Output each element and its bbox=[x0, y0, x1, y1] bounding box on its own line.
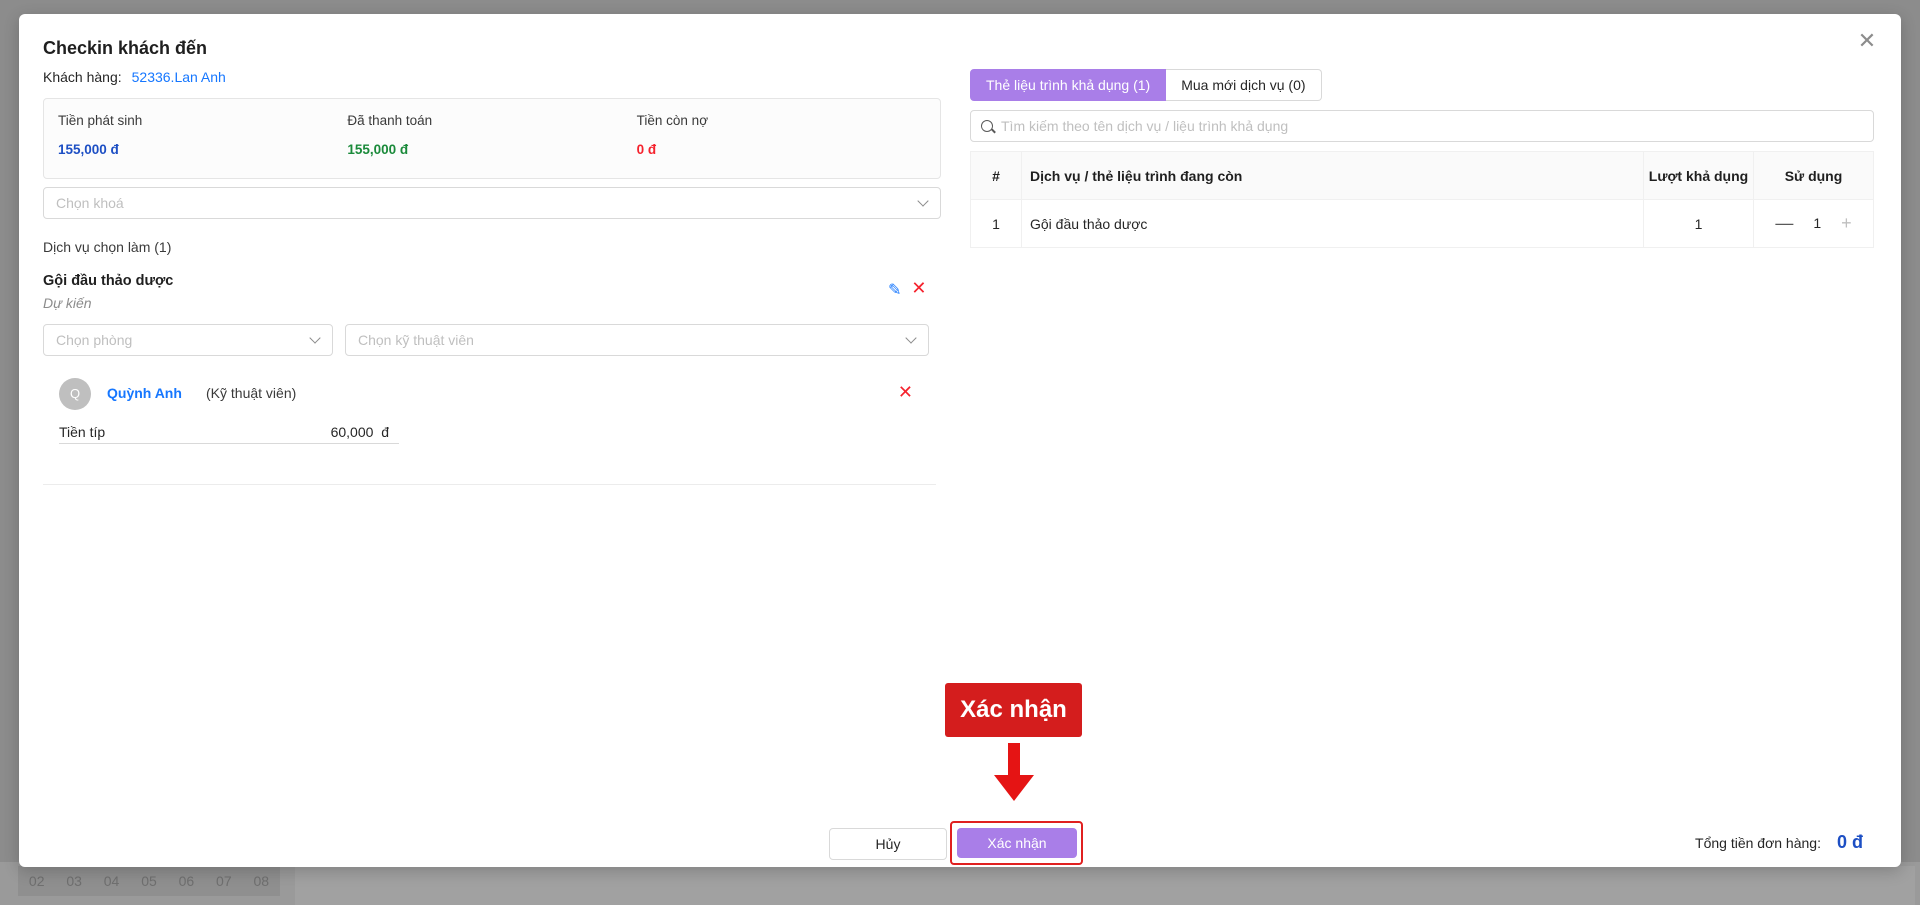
chevron-down-icon bbox=[308, 333, 322, 347]
summary-label: Tiền phát sinh bbox=[58, 113, 143, 128]
service-table: # Dịch vụ / thẻ liệu trình đang còn Lượt… bbox=[970, 151, 1874, 248]
summary-value: 155,000 đ bbox=[347, 142, 409, 157]
confirm-highlight-box: Xác nhận bbox=[950, 821, 1083, 865]
row-service-name: Gội đầu thảo dược bbox=[1021, 199, 1644, 248]
room-placeholder: Chọn phòng bbox=[56, 332, 133, 348]
total-label: Tổng tiền đơn hàng: bbox=[1695, 834, 1821, 851]
delete-icon[interactable]: ✕ bbox=[911, 279, 926, 300]
col-index: # bbox=[970, 151, 1022, 200]
avatar: Q bbox=[59, 378, 91, 410]
modal-title: Checkin khách đến bbox=[43, 38, 208, 58]
background-calendar-days: 02 03 04 05 06 07 08 bbox=[18, 866, 280, 896]
confirm-button[interactable]: Xác nhận bbox=[957, 828, 1077, 858]
order-total: Tổng tiền đơn hàng: 0 đ bbox=[1695, 832, 1863, 853]
chevron-down-icon bbox=[904, 333, 918, 347]
table-header-row: # Dịch vụ / thẻ liệu trình đang còn Lượt… bbox=[970, 151, 1874, 200]
technician-select[interactable]: Chọn kỹ thuật viên bbox=[345, 324, 929, 356]
payment-summary: Tiền phát sinh 155,000 đ Đã thanh toán 1… bbox=[43, 98, 941, 179]
service-status: Dự kiến bbox=[43, 295, 92, 311]
quantity-stepper: — 1 + bbox=[1775, 214, 1852, 232]
tip-label: Tiền típ bbox=[59, 423, 106, 440]
background-day: 07 bbox=[216, 873, 232, 889]
tip-row[interactable]: Tiền típ 60,000 đ bbox=[59, 420, 399, 444]
annotation-arrow-icon bbox=[994, 743, 1034, 801]
remove-technician-icon[interactable]: ✕ bbox=[898, 382, 913, 403]
customer-label: Khách hàng: bbox=[43, 69, 122, 85]
background-day: 03 bbox=[66, 873, 82, 889]
row-available: 1 bbox=[1643, 199, 1754, 248]
background-day: 08 bbox=[253, 873, 270, 889]
customer-row: Khách hàng: 52336.Lan Anh bbox=[43, 69, 941, 85]
summary-label: Tiền còn nợ bbox=[636, 113, 709, 128]
close-icon[interactable]: ✕ bbox=[1855, 30, 1879, 54]
cancel-button[interactable]: Hủy bbox=[829, 828, 947, 860]
plus-icon[interactable]: + bbox=[1841, 214, 1852, 232]
total-value: 0 đ bbox=[1836, 832, 1863, 852]
search-icon bbox=[981, 120, 993, 132]
summary-paid: Đã thanh toán 155,000 đ bbox=[347, 113, 636, 164]
technician-card: Q Quỳnh Anh (Kỹ thuật viên) ✕ Tiền típ 6… bbox=[43, 376, 941, 456]
modal-footer: Hủy Xác nhận Tổng tiền đơn hàng: 0 đ bbox=[19, 821, 1901, 866]
tip-currency: đ bbox=[381, 423, 389, 440]
chevron-down-icon bbox=[916, 196, 930, 210]
tip-amount: 60,000 bbox=[330, 423, 374, 440]
background-day: 06 bbox=[178, 873, 195, 889]
col-use: Sử dụng bbox=[1753, 151, 1874, 200]
search-bar bbox=[970, 110, 1874, 142]
summary-value: 155,000 đ bbox=[58, 142, 119, 157]
divider bbox=[43, 484, 936, 485]
tabs: Thẻ liệu trình khả dụng (1) Mua mới dịch… bbox=[970, 69, 1874, 101]
right-panel: Thẻ liệu trình khả dụng (1) Mua mới dịch… bbox=[970, 69, 1874, 248]
khoa-placeholder: Chọn khoá bbox=[56, 195, 124, 211]
edit-icon[interactable]: ✎ bbox=[888, 280, 901, 300]
col-service: Dịch vụ / thẻ liệu trình đang còn bbox=[1021, 151, 1644, 200]
service-header: Dịch vụ chọn làm (1) bbox=[43, 239, 172, 255]
search-input[interactable] bbox=[1001, 118, 1861, 134]
service-actions: ✎ ✕ bbox=[888, 279, 927, 300]
service-selects: Chọn phòng Chọn kỹ thuật viên bbox=[43, 324, 941, 356]
quantity-value[interactable]: 1 bbox=[1813, 215, 1821, 231]
background-panel bbox=[295, 866, 1915, 905]
checkin-modal: ✕ Checkin khách đến Khách hàng: 52336.Lan… bbox=[19, 14, 1901, 867]
row-use: — 1 + bbox=[1753, 199, 1874, 248]
technician-placeholder: Chọn kỹ thuật viên bbox=[358, 332, 474, 348]
summary-label: Đã thanh toán bbox=[347, 113, 433, 128]
annotation-callout: Xác nhận bbox=[945, 683, 1082, 737]
khoa-select[interactable]: Chọn khoá bbox=[43, 187, 941, 219]
left-panel: Khách hàng: 52336.Lan Anh Tiền phát sinh … bbox=[43, 69, 941, 485]
table-row: 1 Gội đầu thảo dược 1 — 1 + bbox=[970, 199, 1874, 248]
background-day: 04 bbox=[103, 873, 120, 889]
technician-role: (Kỹ thuật viên) bbox=[206, 385, 297, 401]
row-index: 1 bbox=[970, 199, 1022, 248]
summary-debt: Tiền còn nợ 0 đ bbox=[637, 113, 926, 164]
summary-generated: Tiền phát sinh 155,000 đ bbox=[58, 113, 347, 164]
room-select[interactable]: Chọn phòng bbox=[43, 324, 333, 356]
tip-amount-field[interactable]: 60,000 đ bbox=[331, 424, 389, 440]
customer-link[interactable]: 52336.Lan Anh bbox=[132, 69, 226, 85]
tab-available-cards[interactable]: Thẻ liệu trình khả dụng (1) bbox=[970, 69, 1167, 101]
summary-value: 0 đ bbox=[636, 142, 657, 157]
technician-name[interactable]: Quỳnh Anh bbox=[107, 385, 182, 401]
background-day: 02 bbox=[28, 873, 45, 889]
background-day: 05 bbox=[141, 873, 157, 889]
col-available: Lượt khả dụng bbox=[1643, 151, 1754, 200]
tab-buy-new-service[interactable]: Mua mới dịch vụ (0) bbox=[1166, 69, 1322, 101]
service-name: Gội đầu thảo dược bbox=[43, 273, 174, 289]
minus-icon[interactable]: — bbox=[1775, 214, 1793, 232]
